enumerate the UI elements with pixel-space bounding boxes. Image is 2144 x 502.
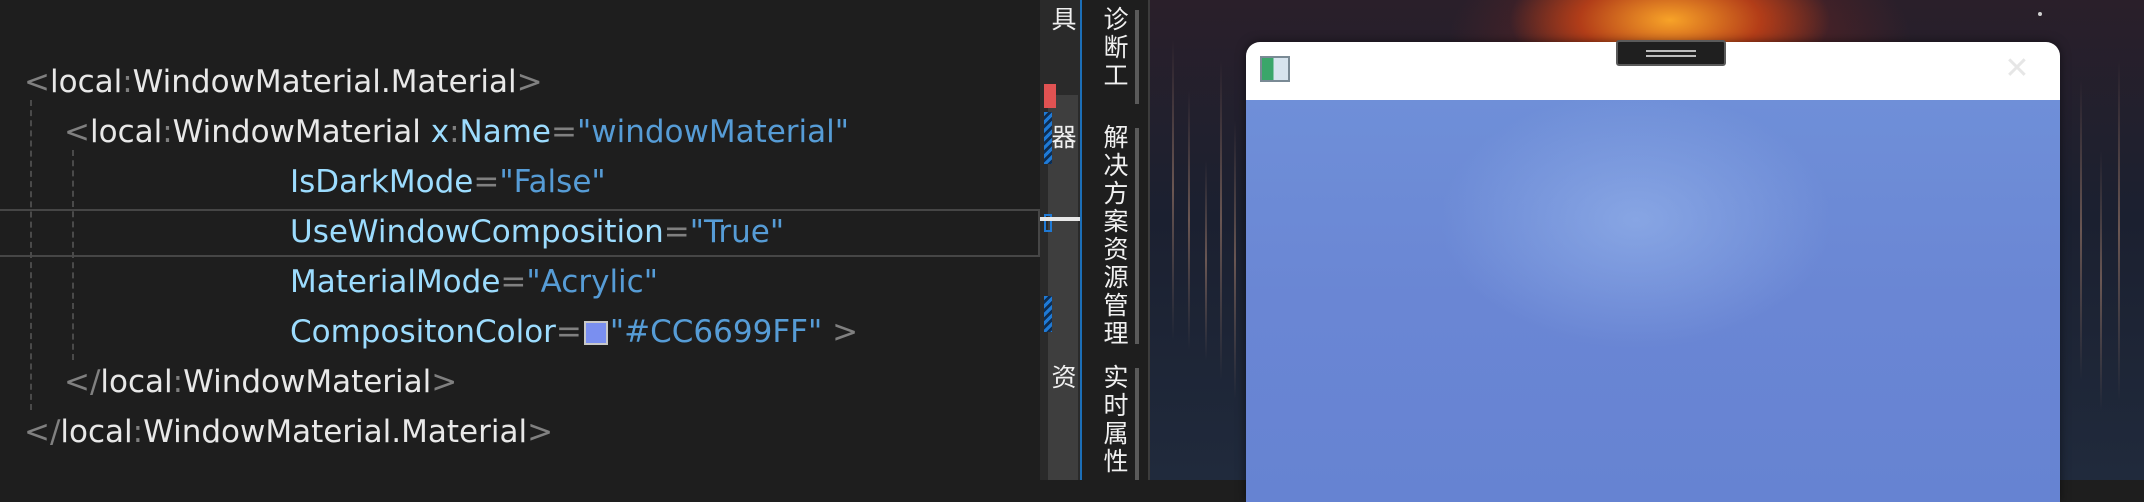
code-token-punct: < [64,114,90,150]
code-token-str: "False" [499,164,606,200]
code-token-tagname: WindowMaterial [183,364,432,400]
code-token-str: "windowMaterial" [576,114,850,150]
caret-line-marker [1040,217,1080,221]
tab-solution-explorer[interactable]: 解决方案资源管理器 [1048,124,1140,358]
code-token-punct: = [555,314,582,350]
code-token-punct: = [500,264,527,300]
code-line[interactable]: </local:WindowMaterial.Material> [24,407,553,457]
code-token-tagname: local [60,414,133,450]
code-token-attr: CompositonColor [290,314,556,350]
tab-separator [1135,128,1139,344]
code-token-attr: x [430,114,450,150]
indent-guide [72,150,74,360]
tab-diagnostic-tools[interactable]: 诊断工具 [1048,6,1140,116]
snap-layout-handle[interactable] [1616,40,1726,66]
code-token-punct: : [449,114,460,150]
app-icon[interactable] [1260,56,1290,82]
code-token-attr: UseWindowComposition [290,214,664,250]
code-token-punct: > [822,314,859,350]
code-token-punct: : [122,64,133,100]
code-token-punct: : [172,364,184,400]
code-token-punct: : [162,114,173,150]
tab-live-property-explorer[interactable]: 实时属性资 [1048,364,1140,480]
code-token-tagname: WindowMaterial.Material [132,64,517,100]
close-icon[interactable]: ✕ [2000,52,2034,86]
acrylic-client-area [1246,100,2060,502]
code-token-punct: < [24,64,50,100]
code-token-punct: = [663,214,690,250]
code-line[interactable]: <local:WindowMaterial.Material> [24,57,543,107]
desktop-dot [2038,12,2042,16]
code-token-tagname: local [89,114,163,150]
code-token-tagname: local [49,64,123,100]
code-token-attr: Name [459,114,551,150]
code-token-attr: MaterialMode [290,264,501,300]
code-token-tagname: WindowMaterial.Material [143,414,528,450]
code-token-str: "#CC6699FF" [609,314,823,350]
tab-separator [1135,368,1139,480]
code-token-attr: IsDarkMode [290,164,474,200]
code-line[interactable]: MaterialMode="Acrylic" [290,257,658,307]
code-token-punct: = [473,164,500,200]
code-line[interactable]: UseWindowComposition="True" [290,207,784,257]
scrollbar-thumb[interactable] [1048,95,1078,480]
code-token-str: "Acrylic" [526,264,658,300]
code-line[interactable]: </local:WindowMaterial> [64,357,457,407]
code-line[interactable]: <local:WindowMaterial x:Name="windowMate… [64,107,849,157]
code-token-tagname: local [100,364,173,400]
color-swatch[interactable] [583,321,608,345]
code-token-tagname: WindowMaterial [172,114,431,150]
code-token-punct: > [431,364,458,400]
tool-strip-accent [1080,0,1082,480]
indent-guide [30,100,32,410]
code-token-punct: </ [24,414,61,450]
error-marker[interactable] [1044,84,1056,108]
code-token-punct: : [132,414,144,450]
code-editor[interactable]: <local:WindowMaterial.Material> <local:W… [0,0,1040,480]
demo-window[interactable]: ✕ [1246,42,2060,502]
code-token-punct: > [527,414,554,450]
code-line[interactable]: CompositonColor= "#CC6699FF" > [290,307,858,357]
code-line[interactable]: IsDarkMode="False" [290,157,606,207]
code-token-punct: </ [64,364,101,400]
tab-separator [1135,10,1139,104]
vertical-scrollbar[interactable] [1040,0,1080,480]
change-marker[interactable] [1044,296,1052,332]
code-token-punct: = [550,114,577,150]
code-token-punct: > [516,64,543,100]
code-token-str: "True" [689,214,785,250]
